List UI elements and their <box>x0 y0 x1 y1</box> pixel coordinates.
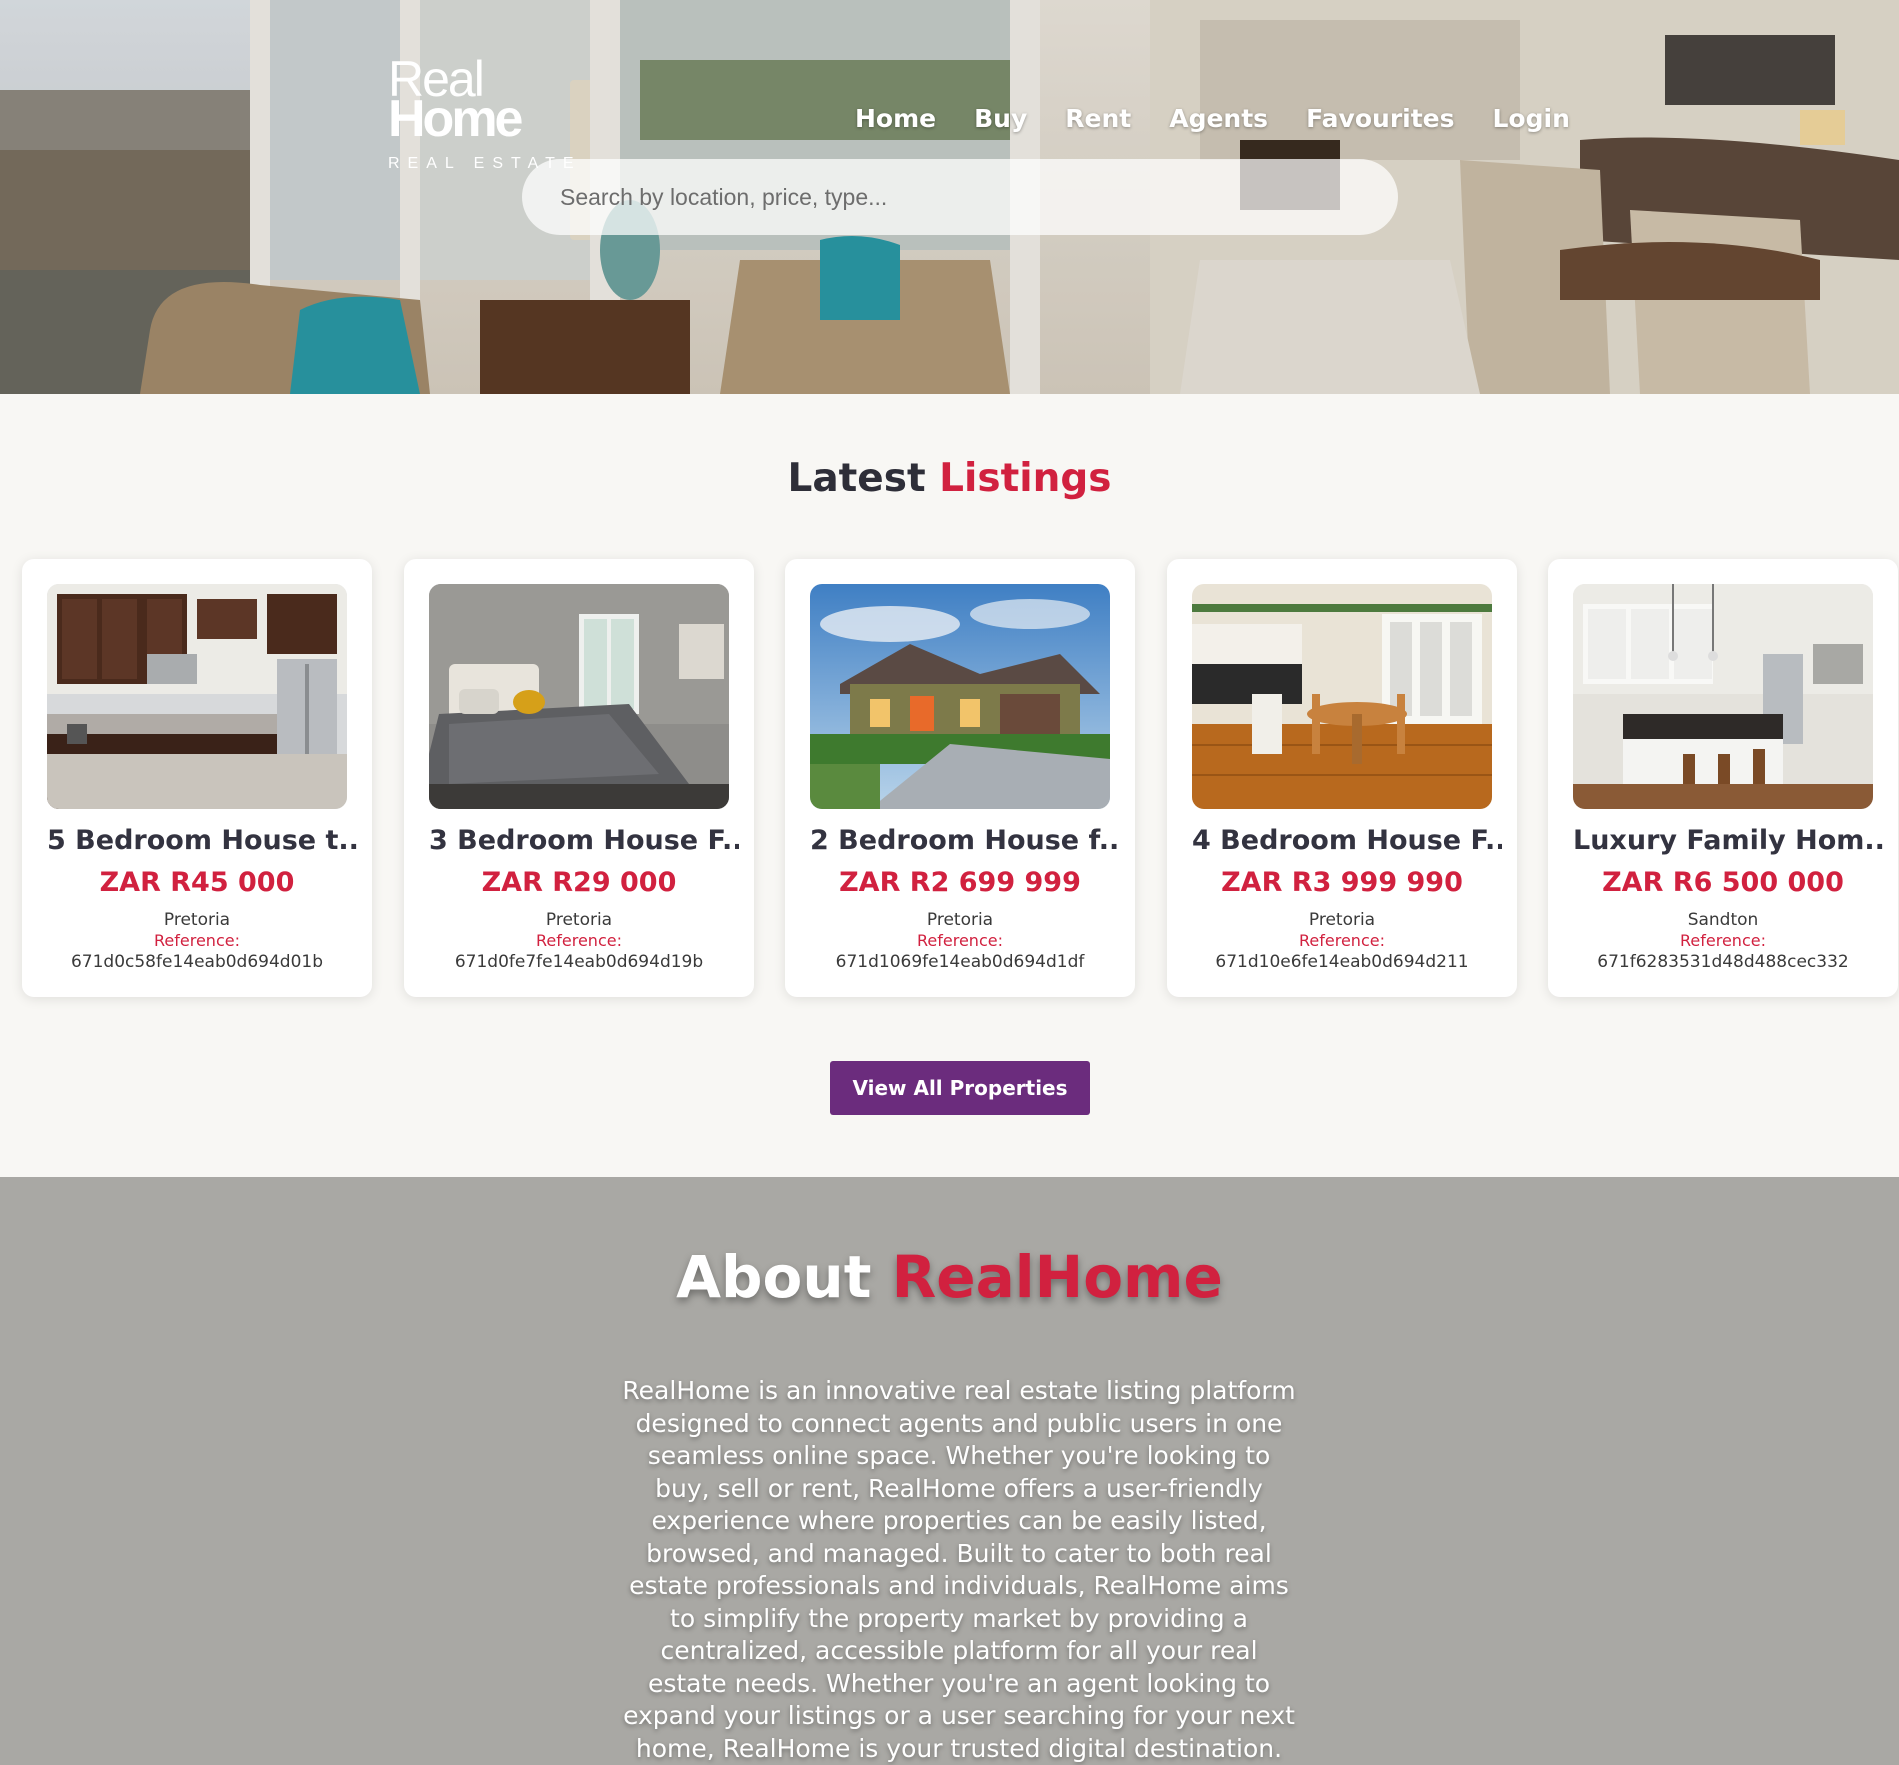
listing-card[interactable]: 5 Bedroom House t... ZAR R45 000 Pretori… <box>22 559 372 997</box>
heading-part1: Latest <box>787 456 926 501</box>
kitchen-photo <box>47 584 347 809</box>
listing-price: ZAR R29 000 <box>481 867 677 898</box>
listing-reference: 671f6283531d48d488cec332 <box>1597 952 1849 972</box>
listing-cards: 5 Bedroom House t... ZAR R45 000 Pretori… <box>22 559 1899 999</box>
nav-home[interactable]: Home <box>855 104 936 133</box>
bedroom-photo <box>429 584 729 809</box>
listing-reference: 671d0fe7fe14eab0d694d19b <box>454 952 704 972</box>
listing-title[interactable]: 5 Bedroom House t... <box>47 825 357 856</box>
listing-price: ZAR R6 500 000 <box>1602 867 1844 898</box>
about-heading: About RealHome <box>0 1243 1899 1311</box>
listing-title[interactable]: Luxury Family Hom... <box>1573 825 1883 856</box>
house-exterior-photo <box>810 584 1110 809</box>
about-heading-part1: About <box>676 1243 872 1311</box>
search-input[interactable] <box>522 159 1398 235</box>
listing-title[interactable]: 3 Bedroom House F... <box>429 825 739 856</box>
listing-title[interactable]: 4 Bedroom House F... <box>1192 825 1502 856</box>
listing-location: Pretoria <box>545 910 613 930</box>
listing-card[interactable]: 4 Bedroom House F... ZAR R3 999 990 Pret… <box>1167 559 1517 997</box>
listing-price: ZAR R3 999 990 <box>1221 867 1463 898</box>
listing-reference-label: Reference: <box>154 931 240 950</box>
dining-room-photo <box>1192 584 1492 809</box>
about-heading-part2: RealHome <box>891 1243 1223 1311</box>
listing-price: ZAR R45 000 <box>99 867 295 898</box>
listing-location: Pretoria <box>926 910 994 930</box>
listing-price: ZAR R2 699 999 <box>839 867 1081 898</box>
view-all-properties-button[interactable]: View All Properties <box>830 1061 1090 1115</box>
about-description: RealHome is an innovative real estate li… <box>622 1376 1296 1763</box>
nav-rent[interactable]: Rent <box>1065 104 1131 133</box>
about-section: About RealHome RealHome is an innovative… <box>0 1177 1899 1765</box>
main-nav: Home Buy Rent Agents Favourites Login <box>855 104 1570 133</box>
nav-buy[interactable]: Buy <box>974 104 1027 133</box>
listing-title[interactable]: 2 Bedroom House f... <box>810 825 1120 856</box>
listing-location: Pretoria <box>163 910 231 930</box>
nav-agents[interactable]: Agents <box>1169 104 1268 133</box>
heading-part2: Listings <box>939 456 1112 501</box>
listing-reference: 671d0c58fe14eab0d694d01b <box>70 952 324 972</box>
latest-listings-heading: Latest Listings <box>0 456 1899 501</box>
listing-reference-label: Reference: <box>917 931 1003 950</box>
listing-card[interactable]: 3 Bedroom House F... ZAR R29 000 Pretori… <box>404 559 754 997</box>
listing-reference-label: Reference: <box>536 931 622 950</box>
hero-banner: Real Home REAL ESTATE Home Buy Rent Agen… <box>0 0 1899 394</box>
listing-location: Pretoria <box>1308 910 1376 930</box>
listing-reference: 671d10e6fe14eab0d694d211 <box>1215 952 1469 972</box>
nav-favourites[interactable]: Favourites <box>1306 104 1454 133</box>
listing-card[interactable]: Luxury Family Hom... ZAR R6 500 000 Sand… <box>1548 559 1898 997</box>
listing-reference: 671d1069fe14eab0d694d1df <box>835 952 1085 972</box>
nav-login[interactable]: Login <box>1493 104 1570 133</box>
listing-reference-label: Reference: <box>1299 931 1385 950</box>
logo-line2: Home <box>388 90 523 148</box>
listing-card[interactable]: 2 Bedroom House f... ZAR R2 699 999 Pret… <box>785 559 1135 997</box>
kitchen-island-photo <box>1573 584 1873 809</box>
listing-reference-label: Reference: <box>1680 931 1766 950</box>
listing-location: Sandton <box>1687 910 1759 930</box>
